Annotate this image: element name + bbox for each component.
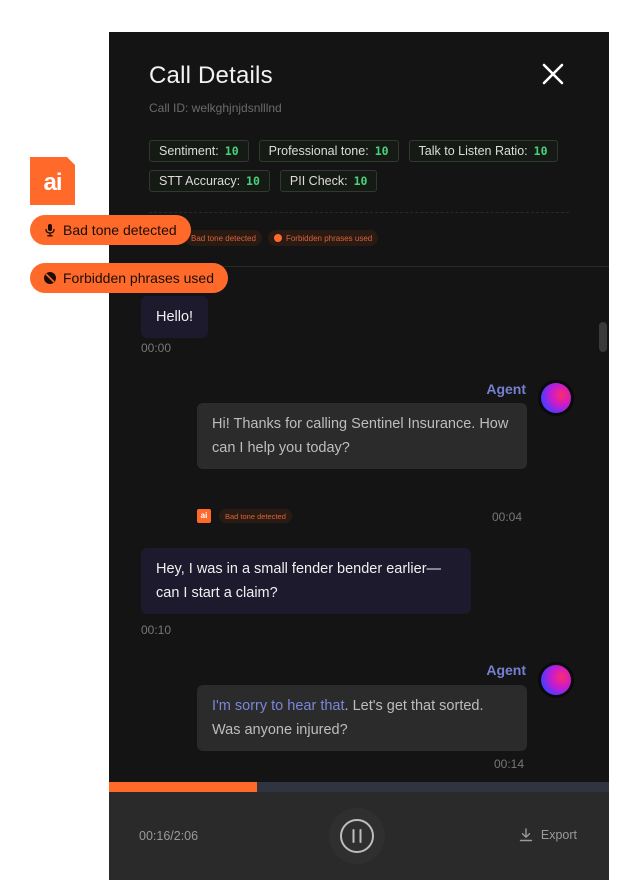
metric-professional-tone: Professional tone: 10 [258, 140, 399, 162]
message-flag-bad-tone: Bad tone detected [219, 509, 292, 523]
pause-button[interactable] [329, 808, 385, 864]
close-icon [542, 63, 564, 85]
download-icon [519, 828, 533, 842]
metric-label: PII Check: [289, 174, 348, 188]
message-text: Hey, I was in a small fender bender earl… [156, 561, 442, 601]
message-text: Hello! [156, 309, 194, 325]
pill-label: Bad tone detected [63, 222, 177, 238]
playback-time: 00:16/2:06 [139, 829, 199, 843]
user-message: Hello! [141, 296, 209, 338]
agent-message: Hi! Thanks for calling Sentinel Insuranc… [197, 403, 527, 469]
forbidden-phrases-pill: Forbidden phrases used [30, 263, 228, 293]
pill-label: Forbidden phrases used [63, 270, 214, 286]
metric-value: 10 [374, 144, 389, 158]
call-id: Call ID: welkghjnjdsnlllnd [149, 101, 282, 115]
message-flag-label: Bad tone detected [225, 511, 286, 521]
message-timestamp: 00:00 [141, 341, 172, 355]
metric-sentiment: Sentiment: 10 [149, 140, 249, 162]
message-timestamp: 00:04 [492, 510, 523, 524]
forbidden-icon [273, 234, 282, 242]
metric-pii-check: PII Check: 10 [279, 170, 378, 192]
bad-tone-pill: Bad tone detected [30, 215, 191, 245]
transcript: Hello! 00:00 Agent Hi! Thanks for callin… [109, 267, 609, 782]
summary-flag-label: Bad tone detected [191, 233, 256, 243]
metric-value: 10 [224, 144, 239, 158]
summary-flags: Bad tone detected Forbidden phrases used [185, 230, 379, 246]
microphone-icon [45, 224, 55, 237]
divider [149, 212, 569, 213]
user-message: Hey, I was in a small fender bender earl… [141, 548, 471, 614]
page-title: Call Details [149, 62, 273, 89]
metric-stt-accuracy: STT Accuracy: 10 [149, 170, 270, 192]
agent-message: I'm sorry to hear that. Let's get that s… [197, 685, 527, 751]
scrollbar-thumb[interactable] [599, 322, 607, 352]
message-timestamp: 00:10 [141, 623, 172, 637]
ai-logo: ai [30, 157, 75, 205]
metric-label: Professional tone: [268, 144, 369, 158]
metrics-list: Sentiment: 10 Professional tone: 10 Talk… [149, 140, 589, 192]
forbidden-icon [44, 272, 56, 284]
export-button[interactable]: Export [519, 828, 577, 842]
highlighted-phrase: I'm sorry to hear that [212, 698, 345, 714]
avatar-orb [541, 665, 571, 695]
playback-progress[interactable] [109, 782, 609, 792]
metric-value: 10 [533, 144, 548, 158]
player-bar: 00:16/2:06 Export [109, 792, 609, 880]
metric-label: Talk to Listen Ratio: [418, 144, 528, 158]
metric-talk-listen-ratio: Talk to Listen Ratio: 10 [408, 140, 558, 162]
page: Call Details Call ID: welkghjnjdsnlllnd … [0, 0, 640, 880]
pause-icon [340, 819, 374, 853]
agent-avatar [538, 380, 574, 416]
summary-flag-bad-tone: Bad tone detected [185, 230, 262, 246]
agent-name: Agent [486, 662, 526, 678]
message-timestamp: 00:14 [494, 757, 525, 771]
agent-name: Agent [486, 381, 526, 397]
metric-value: 10 [353, 174, 368, 188]
summary-flag-label: Forbidden phrases used [285, 233, 373, 243]
export-label: Export [540, 828, 577, 842]
close-button[interactable] [539, 60, 567, 88]
avatar-orb [541, 383, 571, 413]
call-details-panel: Call Details Call ID: welkghjnjdsnlllnd … [109, 32, 609, 880]
playback-progress-fill [109, 782, 257, 792]
ai-icon: ai [197, 509, 211, 523]
agent-avatar [538, 662, 574, 698]
metric-value: 10 [246, 174, 260, 188]
message-text: Hi! Thanks for calling Sentinel Insuranc… [212, 416, 509, 456]
summary-flag-forbidden: Forbidden phrases used [267, 230, 379, 246]
metric-label: Sentiment: [159, 144, 219, 158]
metric-label: STT Accuracy: [159, 174, 241, 188]
